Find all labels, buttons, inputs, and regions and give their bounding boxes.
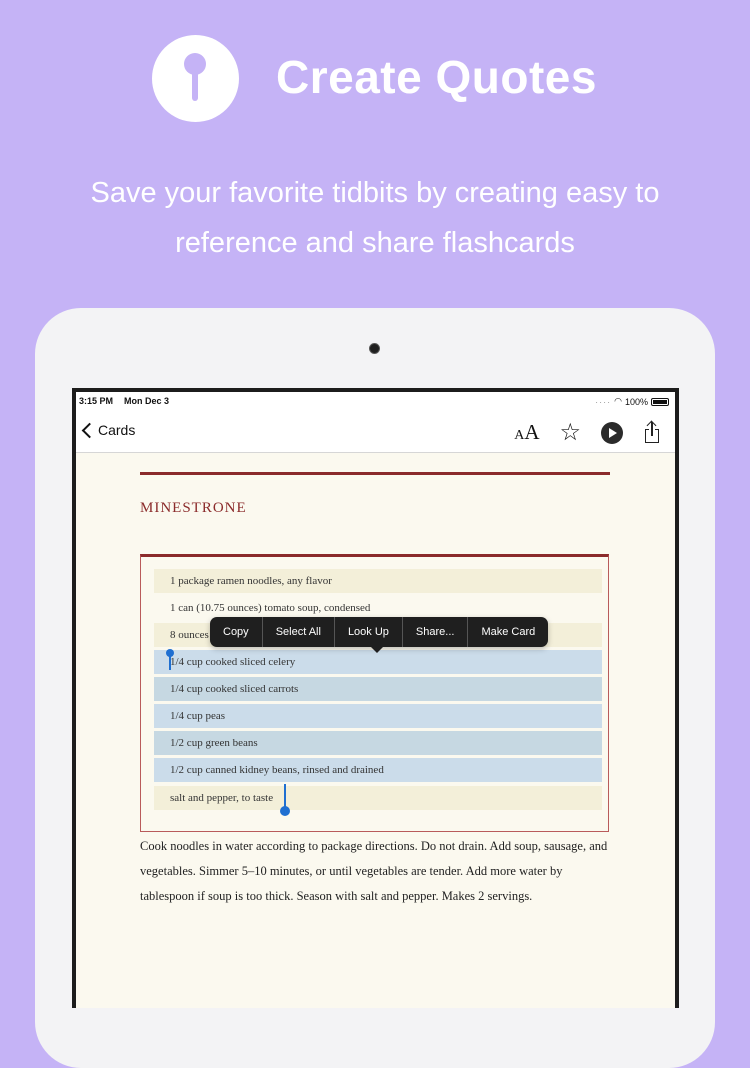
ingredient-row-selected[interactable]: 1/2 cup canned kidney beans, rinsed and … (154, 758, 602, 782)
ingredient-row-selected[interactable]: 1/2 cup green beans (154, 731, 602, 755)
title-rule (140, 472, 610, 475)
signal-icon: ···· (595, 396, 612, 407)
play-icon[interactable] (601, 421, 623, 444)
battery-icon (651, 397, 669, 406)
back-label: Cards (98, 422, 136, 438)
selection-start-handle[interactable] (166, 649, 174, 670)
text-size-icon[interactable]: AA (514, 420, 539, 445)
hero-subtitle: Save your favorite tidbits by creating e… (90, 177, 660, 259)
ingredient-row[interactable]: salt and pepper, to taste (154, 786, 602, 810)
recipe-title: MINESTRONE (140, 500, 247, 516)
ingredient-row-selected[interactable]: 1/4 cup cooked sliced carrots (154, 677, 602, 701)
ingredient-row[interactable]: 1 package ramen noodles, any flavor (154, 569, 602, 593)
share-icon[interactable] (643, 420, 661, 445)
status-bar: 3:15 PM Mon Dec 3 ···· ◠ 100% (76, 392, 675, 412)
battery-percent: 100% (624, 396, 648, 407)
reader-view: 3:15 PM Mon Dec 3 ···· ◠ 100% Cards AA ☆ (76, 392, 675, 1008)
nav-bar: Cards AA ☆ (76, 412, 675, 453)
status-time: 3:15 PM (79, 396, 114, 406)
back-button[interactable]: Cards (81, 422, 136, 438)
keyhole-icon (152, 35, 239, 122)
menu-copy[interactable]: Copy (210, 617, 263, 647)
selection-end-handle[interactable] (280, 784, 290, 816)
status-date: Mon Dec 3 (124, 396, 170, 406)
menu-look-up[interactable]: Look Up (335, 617, 403, 647)
camera-icon (369, 343, 380, 354)
menu-share[interactable]: Share... (403, 617, 469, 647)
ipad-screen: 3:15 PM Mon Dec 3 ···· ◠ 100% Cards AA ☆ (72, 388, 679, 1008)
menu-select-all[interactable]: Select All (263, 617, 335, 647)
ingredient-row-selected[interactable]: 1/4 cup peas (154, 704, 602, 728)
recipe-directions: Cook noodles in water according to packa… (140, 839, 608, 903)
star-icon[interactable]: ☆ (559, 420, 581, 445)
wifi-icon: ◠ (614, 396, 622, 406)
status-right: ···· ◠ 100% (595, 396, 669, 407)
nav-tools: AA ☆ (514, 420, 661, 445)
context-menu: Copy Select All Look Up Share... Make Ca… (210, 617, 549, 647)
ingredient-row-selected[interactable]: 1/4 cup cooked sliced celery (154, 650, 602, 674)
chevron-left-icon (81, 422, 98, 438)
menu-pointer (370, 646, 384, 653)
menu-make-card[interactable]: Make Card (468, 617, 548, 647)
hero-title: Create Quotes (276, 51, 597, 103)
